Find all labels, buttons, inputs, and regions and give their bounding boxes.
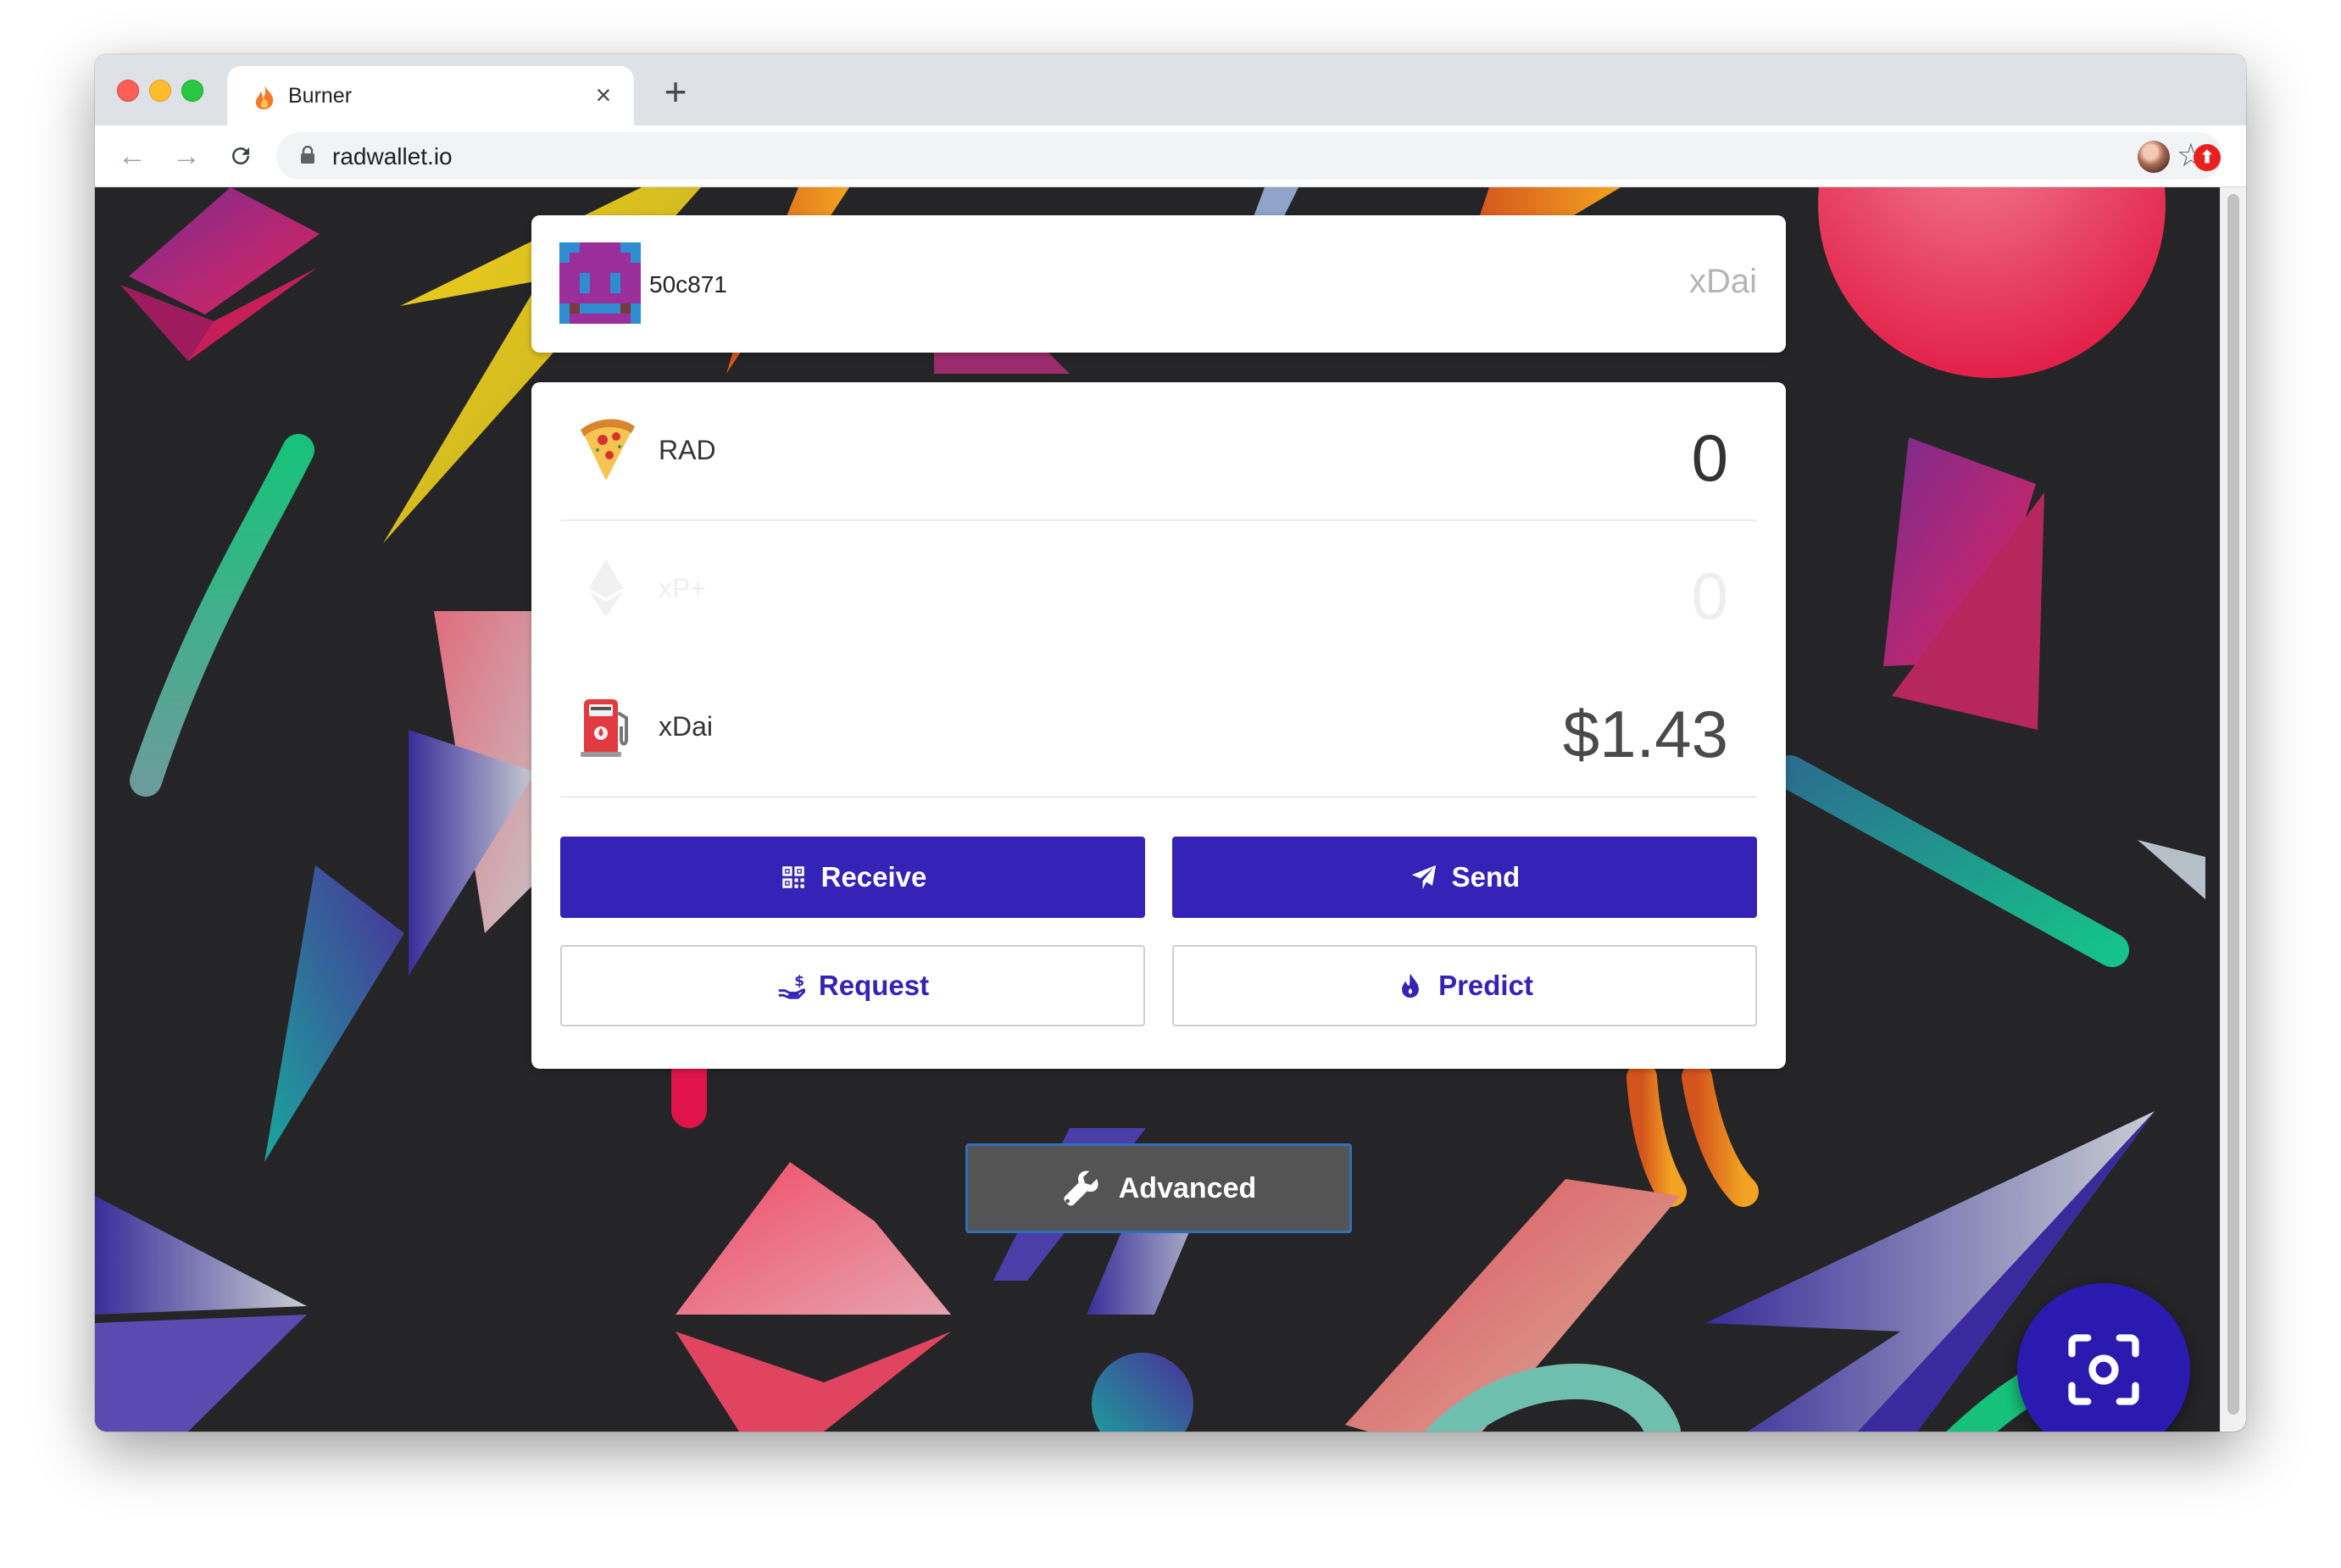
profile-avatar[interactable] [2138, 141, 2170, 173]
browser-tab[interactable]: Burner × [227, 66, 634, 125]
predict-button-label: Predict [1438, 970, 1533, 1001]
qr-code-icon [781, 866, 804, 888]
account-address: 50c871 [649, 271, 727, 297]
reload-icon[interactable] [222, 137, 259, 175]
advanced-button-label: Advanced [1118, 1171, 1257, 1204]
asset-row-rad[interactable]: RAD 0 [560, 382, 1757, 521]
account-identicon-icon [559, 242, 641, 324]
asset-row-xdai[interactable]: xDai $1.43 [560, 659, 1757, 798]
balances-card: RAD 0 xP+ 0 xDai $1.43 Receive Send $ Re… [531, 382, 1786, 1069]
lock-icon [301, 146, 314, 164]
paper-plane-icon [1411, 865, 1436, 890]
back-arrow-icon[interactable]: ← [114, 137, 151, 175]
eth-icon [589, 559, 623, 617]
tab-title: Burner [288, 84, 353, 108]
receive-button[interactable]: Receive [560, 837, 1145, 918]
scrollbar-thumb[interactable] [2227, 194, 2239, 1415]
minimize-window-button[interactable] [149, 80, 171, 102]
page-viewport: 50c871 xDai RAD 0 xP+ 0 xDai $1.43 Recei… [95, 187, 2246, 1432]
asset-balance: 0 [1691, 420, 1728, 495]
account-card[interactable]: 50c871 xDai [531, 215, 1786, 353]
pizza-icon [581, 419, 635, 481]
asset-balance: $1.43 [1562, 697, 1728, 771]
asset-name: RAD [659, 435, 716, 465]
flame-icon [1402, 973, 1419, 998]
predict-button[interactable]: Predict [1172, 945, 1757, 1026]
asset-name: xDai [659, 711, 714, 742]
wrench-icon [1064, 1170, 1098, 1206]
page-scrollbar[interactable] [2220, 187, 2246, 1432]
address-bar[interactable]: radwallet.io ☆ [276, 132, 2222, 180]
request-button[interactable]: $ Request [560, 945, 1145, 1026]
hand-holding-dollar-icon: $ [778, 973, 805, 999]
url-text: radwallet.io [332, 143, 453, 170]
extension-icon[interactable]: ⬆ [2194, 144, 2221, 171]
request-button-label: Request [818, 970, 930, 1001]
svg-text:$: $ [794, 973, 804, 990]
send-button[interactable]: Send [1172, 837, 1757, 918]
advanced-button[interactable]: Advanced [965, 1143, 1352, 1233]
asset-balance: 0 [1691, 559, 1728, 633]
send-button-label: Send [1451, 861, 1521, 892]
maximize-window-button[interactable] [181, 80, 203, 102]
scan-icon [2068, 1334, 2139, 1405]
fuel-pump-icon [581, 699, 628, 757]
flame-favicon-icon [255, 86, 274, 109]
receive-button-label: Receive [820, 861, 927, 892]
browser-window: Burner × + ← → radwallet.io ☆ ⬆ 50c871 x… [95, 54, 2246, 1432]
forward-arrow-icon[interactable]: → [168, 137, 205, 175]
asset-row-xp[interactable]: xP+ 0 [560, 520, 1757, 659]
tab-strip: Burner × + [95, 54, 2246, 125]
new-tab-button[interactable]: + [654, 70, 697, 114]
browser-toolbar: ← → radwallet.io ☆ ⬆ [95, 125, 2246, 187]
close-window-button[interactable] [117, 80, 139, 102]
network-label: xDai [1688, 263, 1757, 300]
tab-close-icon[interactable]: × [588, 78, 619, 112]
asset-name: xP+ [659, 573, 707, 603]
